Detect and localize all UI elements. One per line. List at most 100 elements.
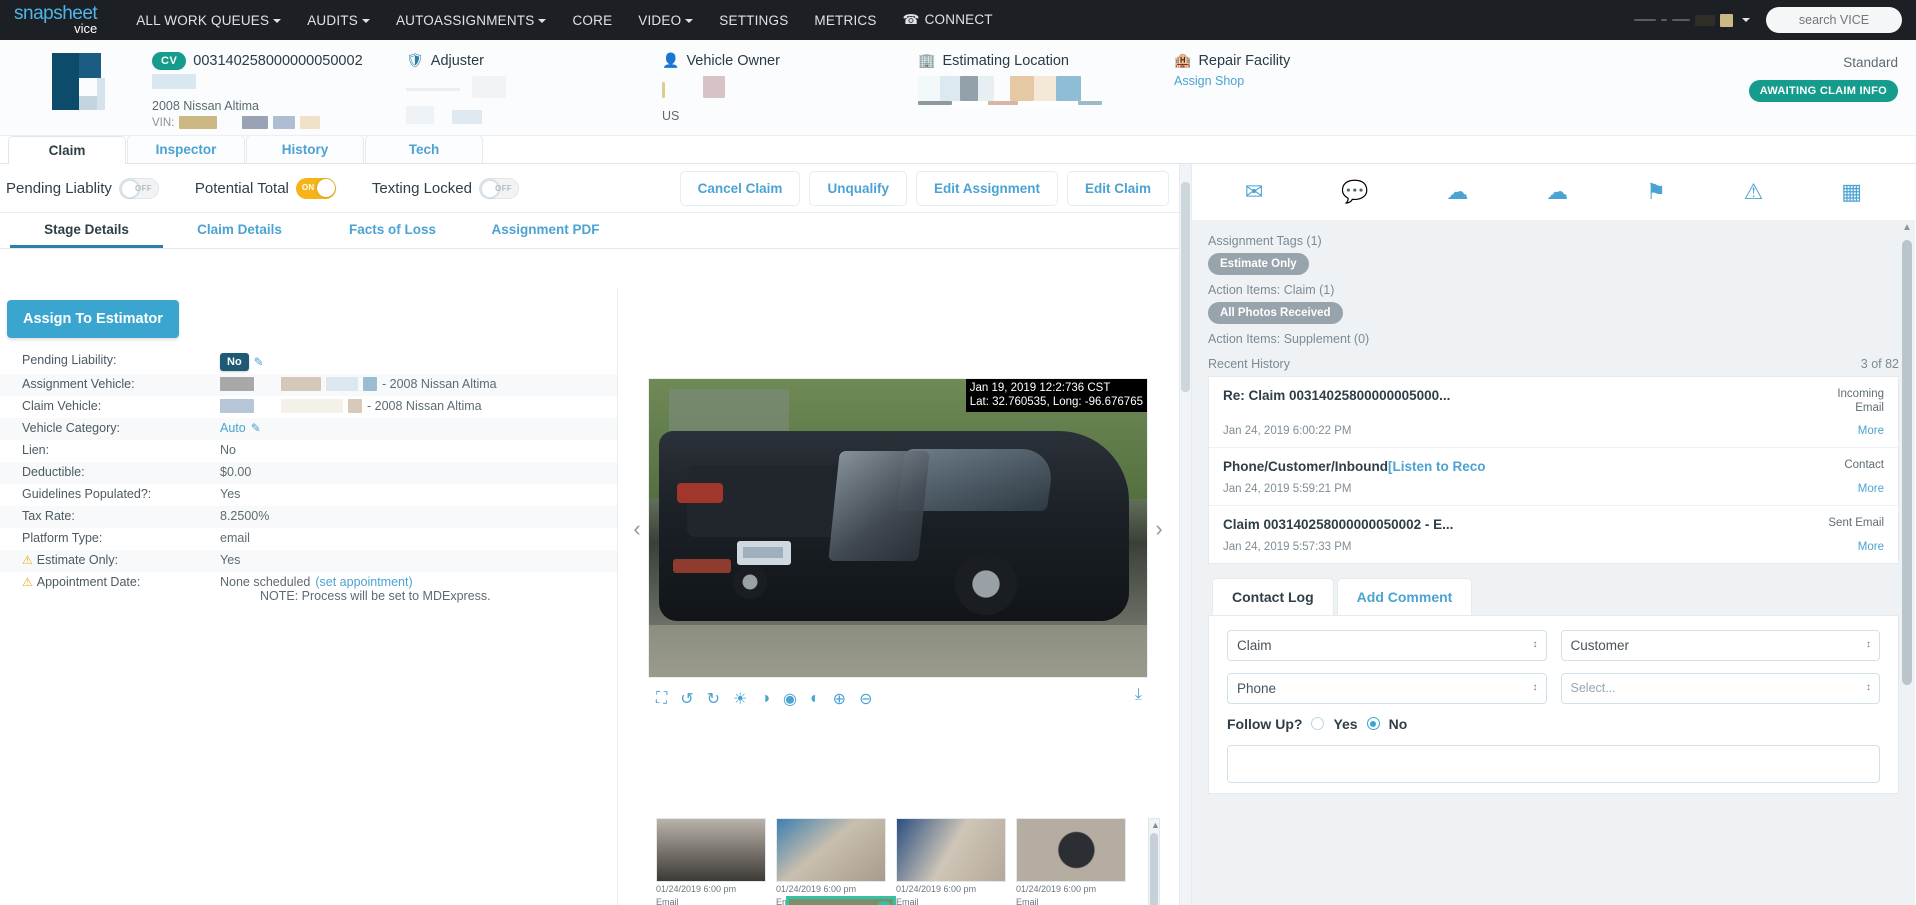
scroll-up-arrow-icon[interactable]: ▲ (1902, 222, 1912, 233)
recent-history-count: 3 of 82 (1860, 357, 1899, 371)
toggle-switch[interactable]: OFF (118, 177, 159, 199)
history-item-more-link[interactable]: More (1858, 483, 1884, 495)
thumbnail-image[interactable]: ✓ (786, 896, 896, 905)
tab-inspector[interactable]: Inspector (127, 135, 245, 163)
edit-pencil-icon[interactable]: ✎ (251, 421, 261, 435)
photo-toolbar: ⛶ ↺ ↻ ☀ ◑ ◉ ◐ ⊕ ⊖ (648, 686, 1148, 712)
subtab-claim-details[interactable]: Claim Details (163, 213, 316, 248)
nav-item-connect[interactable]: ☎ CONNECT (890, 0, 1006, 40)
subtab-facts-of-loss[interactable]: Facts of Loss (316, 213, 469, 248)
thumbnail-item[interactable]: 01/24/2019 6:00 pm Email (656, 818, 766, 905)
nav-item-all-work-queues[interactable]: ALL WORK QUEUES (123, 1, 294, 40)
history-item-more-link[interactable]: More (1858, 541, 1884, 553)
flag-icon[interactable]: ⚑ (1646, 179, 1666, 205)
detail-label: Vehicle Category: (22, 421, 120, 435)
brand-logo[interactable]: snapsheet vice (14, 4, 98, 37)
eye-icon[interactable]: ◉ (783, 689, 797, 709)
photo-damage-area (828, 451, 930, 561)
right-panel-scrollbar[interactable]: ▲ (1902, 220, 1912, 900)
set-appointment-link[interactable]: (set appointment) (315, 575, 412, 589)
assign-shop-link[interactable]: Assign Shop (1174, 74, 1290, 88)
history-item[interactable]: Phone/Customer/Inbound[Listen to Reco Co… (1209, 448, 1898, 506)
contact-result-select[interactable]: Select... ↕ (1560, 672, 1880, 704)
contrast-icon[interactable]: ◑ (760, 690, 770, 708)
scrollbar-thumb[interactable] (1150, 833, 1158, 905)
edit-claim-button[interactable]: Edit Claim (1066, 170, 1169, 206)
main-photo[interactable]: Jan 19, 2019 12:2:736 CST Lat: 32.760535… (648, 378, 1148, 678)
contact-method-select[interactable]: Phone ↕ (1227, 672, 1547, 704)
nav-item-core[interactable]: CORE (559, 1, 625, 40)
detail-row-estimate-only: ⚠ Estimate Only: Yes (0, 550, 617, 572)
tab-tech[interactable]: Tech (365, 135, 483, 163)
redacted-username (1634, 19, 1656, 21)
tab-history[interactable]: History (246, 135, 364, 163)
tab-claim[interactable]: Claim (8, 136, 126, 164)
user-menu[interactable] (1634, 13, 1750, 27)
nav-item-video[interactable]: VIDEO (625, 1, 706, 40)
cancel-claim-button[interactable]: Cancel Claim (679, 170, 801, 206)
toggle-switch[interactable]: OFF (478, 177, 519, 199)
history-item[interactable]: Re: Claim 00314025800000005000... Incomi… (1209, 377, 1898, 448)
thumbnail-image[interactable] (896, 818, 1006, 882)
toggle-pending-liability[interactable]: Pending Liablity OFF (6, 177, 159, 199)
zoom-in-icon[interactable]: ⊕ (833, 689, 846, 709)
nav-item-autoassignments[interactable]: AUTOASSIGNMENTS (383, 1, 560, 40)
previous-photo-arrow[interactable]: ‹ (626, 516, 648, 541)
contact-party-select[interactable]: Customer ↕ (1560, 629, 1880, 661)
action-item-all-photos-received[interactable]: All Photos Received (1208, 302, 1343, 324)
thumbnail-item[interactable]: 01/24/2019 6:00 pm Email (896, 818, 1006, 905)
contact-log-tabs: Contact Log Add Comment (1208, 577, 1899, 615)
warning-icon[interactable]: ⚠ (1744, 179, 1764, 205)
contact-type-select[interactable]: Claim ↕ (1227, 629, 1547, 661)
follow-up-yes-radio[interactable] (1311, 717, 1325, 731)
edit-assignment-button[interactable]: Edit Assignment (915, 170, 1058, 206)
toggle-switch[interactable]: ON (295, 177, 336, 199)
subtab-stage-details[interactable]: Stage Details (10, 213, 163, 248)
rotate-right-icon[interactable]: ↻ (707, 689, 720, 709)
history-item-more-link[interactable]: More (1858, 425, 1884, 437)
thumbnail-item[interactable]: 01/24/2019 6:00 pm Email (1016, 818, 1126, 905)
thumbnail-scrollbar[interactable]: ▲ ▼ (1148, 818, 1160, 905)
left-column-scrollbar[interactable] (1179, 164, 1191, 905)
listen-to-recording-link[interactable]: [Listen to Reco (1388, 459, 1486, 474)
thumbnail-image[interactable] (656, 818, 766, 882)
download-cloud-icon[interactable]: ⤓ (1135, 686, 1142, 704)
invert-icon[interactable]: ◐ (810, 690, 820, 708)
tab-contact-log[interactable]: Contact Log (1212, 577, 1334, 615)
scrollbar-thumb[interactable] (1181, 182, 1190, 392)
rotate-left-icon[interactable]: ↺ (680, 689, 693, 709)
calculator-icon[interactable]: ▦ (1841, 179, 1862, 205)
next-photo-arrow[interactable]: › (1148, 516, 1170, 541)
brightness-icon[interactable]: ☀ (733, 689, 747, 709)
photo-viewer: Jan 19, 2019 12:2:736 CST Lat: 32.760535… (633, 378, 1163, 905)
search-input[interactable] (1766, 7, 1902, 33)
nav-item-settings[interactable]: SETTINGS (706, 1, 801, 40)
zoom-out-icon[interactable]: ⊖ (859, 689, 872, 709)
building-icon: 🏢 (918, 52, 936, 68)
history-item[interactable]: Claim 003140258000000050002 - E... Sent … (1209, 506, 1898, 563)
expand-icon[interactable]: ⛶ (656, 690, 667, 708)
scroll-up-arrow-icon[interactable]: ▲ (1151, 820, 1160, 830)
download-cloud-icon[interactable]: ☁ (1546, 179, 1568, 205)
assign-to-estimator-button[interactable]: Assign To Estimator (7, 300, 179, 338)
thumbnail-item[interactable]: 01/24/2019 6:00 pm Email (776, 818, 886, 905)
comment-icon[interactable]: 💬 (1341, 179, 1368, 205)
subtab-assignment-pdf[interactable]: Assignment PDF (469, 213, 622, 248)
toggle-potential-total[interactable]: Potential Total ON (195, 177, 336, 199)
email-icon[interactable]: ✉ (1245, 179, 1263, 205)
scrollbar-thumb[interactable] (1902, 240, 1912, 685)
thumbnail-image[interactable] (1016, 818, 1126, 882)
unqualify-button[interactable]: Unqualify (809, 170, 907, 206)
assignment-tag-estimate-only[interactable]: Estimate Only (1208, 253, 1309, 275)
history-item-date: Jan 24, 2019 5:59:21 PM (1223, 482, 1352, 495)
redacted-adjuster (406, 76, 507, 98)
upload-cloud-icon[interactable]: ☁ (1446, 179, 1468, 205)
edit-pencil-icon[interactable]: ✎ (254, 355, 264, 369)
contact-log-textarea[interactable] (1227, 744, 1880, 783)
nav-item-metrics[interactable]: METRICS (801, 1, 889, 40)
nav-item-audits[interactable]: AUDITS (294, 1, 383, 40)
follow-up-no-radio[interactable] (1366, 717, 1380, 731)
toggle-texting-locked[interactable]: Texting Locked OFF (372, 177, 519, 199)
tab-add-comment[interactable]: Add Comment (1336, 577, 1473, 615)
thumbnail-image[interactable] (776, 818, 886, 882)
